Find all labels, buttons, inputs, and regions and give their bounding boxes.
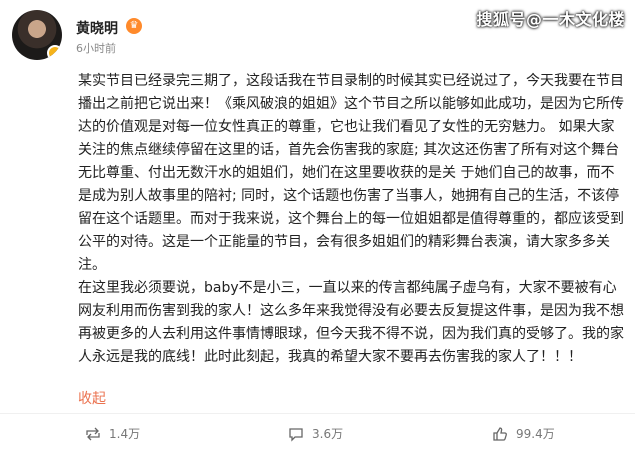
post-paragraph: 某实节目已经录完三期了，这段话我在节目录制的时候其实已经说过了，今天我要在节目播… <box>78 73 624 273</box>
verified-badge-icon <box>47 45 62 60</box>
comment-icon <box>289 427 303 442</box>
vip-icon[interactable]: ♛ <box>126 18 142 34</box>
post-header: 黄晓明 ♛ 6小时前 搜狐号@一木文化楼 <box>0 0 635 70</box>
watermark: 搜狐号@一木文化楼 <box>476 10 625 29</box>
repost-count: 1.4万 <box>109 427 141 441</box>
comment-count: 3.6万 <box>312 427 344 441</box>
post-paragraph: 在这里我必须要说，baby不是小三，一直以来的传言都纯属子虚乌有，大家不要被有心… <box>78 280 624 365</box>
user-name[interactable]: 黄晓明 <box>76 18 118 38</box>
comment-button[interactable]: 3.6万 <box>288 414 343 453</box>
collapse-link[interactable]: 收起 <box>78 388 106 408</box>
repost-icon <box>86 427 100 440</box>
like-count: 99.4万 <box>516 427 555 441</box>
post-content: 某实节目已经录完三期了，这段话我在节目录制的时候其实已经说过了，今天我要在节目播… <box>78 70 628 369</box>
avatar[interactable] <box>12 10 62 60</box>
repost-button[interactable]: 1.4万 <box>85 414 140 453</box>
post-time[interactable]: 6小时前 <box>76 40 116 56</box>
like-icon <box>493 426 507 441</box>
action-bar: 1.4万 3.6万 99.4万 <box>0 414 635 453</box>
like-button[interactable]: 99.4万 <box>492 414 555 453</box>
